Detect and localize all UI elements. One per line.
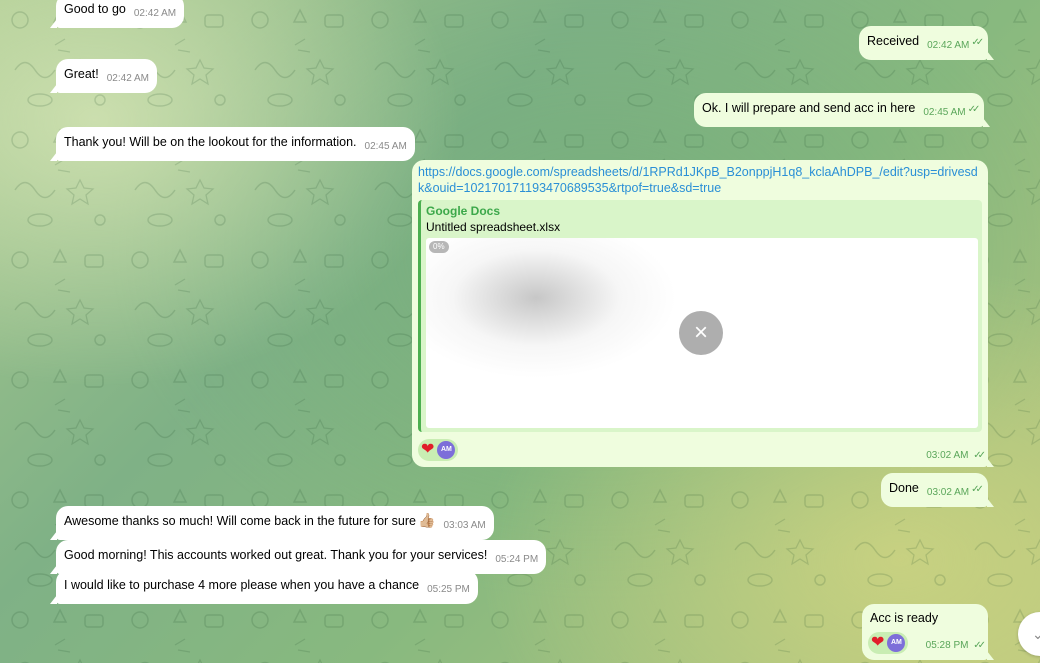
message-outgoing[interactable]: Acc is ready ❤ AM 05:28 PM ✓✓	[862, 604, 994, 660]
message-time: 02:42 AM	[927, 40, 970, 51]
message-time: 02:45 AM	[364, 141, 407, 152]
download-progress-badge: 0%	[429, 241, 449, 253]
message-time: 03:03 AM	[443, 520, 486, 531]
message-incoming[interactable]: Awesome thanks so much! Will come back i…	[50, 506, 494, 540]
avatar: AM	[887, 634, 906, 652]
message-time-text: 03:02 AM	[926, 450, 969, 461]
link-preview-site: Google Docs	[426, 204, 501, 218]
message-time: 02:45 AM	[923, 107, 966, 118]
avatar: AM	[437, 441, 456, 459]
message-text: Thank you! Will be on the lookout for th…	[64, 135, 357, 149]
heart-icon: ❤	[421, 441, 435, 458]
read-checks-icon: ✓✓	[973, 640, 986, 651]
scroll-down-button[interactable]: ⌄	[1018, 612, 1040, 656]
message-time: 05:25 PM	[427, 584, 470, 595]
message-text: Received	[867, 34, 920, 48]
link-preview-card[interactable]: Google Docs Untitled spreadsheet.xlsx 0%…	[418, 200, 982, 432]
message-time-text: 05:28 PM	[925, 640, 969, 651]
message-text: Acc is ready	[870, 611, 939, 625]
message-text: Great!	[64, 67, 99, 81]
read-checks-icon: ✓✓	[971, 484, 984, 495]
message-outgoing-link[interactable]: https://docs.google.com/spreadsheets/d/1…	[412, 160, 994, 467]
preview-placeholder	[426, 238, 786, 418]
thumbs-up-icon: 👍🏼	[418, 512, 436, 528]
message-incoming[interactable]: Great! 02:42 AM	[49, 59, 158, 93]
message-text: Good to go	[64, 2, 126, 16]
message-outgoing[interactable]: Received 02:42 AM ✓✓	[859, 26, 995, 60]
heart-icon: ❤	[871, 634, 885, 651]
reaction-heart[interactable]: ❤ AM	[868, 632, 909, 654]
message-incoming[interactable]: Good morning! This accounts worked out g…	[49, 540, 547, 574]
link-preview-image[interactable]: 0% ×	[426, 238, 978, 428]
message-incoming[interactable]: Thank you! Will be on the lookout for th…	[50, 127, 415, 161]
message-time: 02:42 AM	[133, 8, 177, 19]
read-checks-icon: ✓✓	[971, 37, 984, 48]
message-text: Good morning! This accounts worked out g…	[64, 548, 488, 562]
message-text: Awesome thanks so much! Will come back i…	[64, 514, 417, 528]
read-checks-icon: ✓✓	[973, 450, 986, 461]
read-checks-icon: ✓✓	[967, 104, 981, 115]
message-incoming[interactable]: I would like to purchase 4 more please w…	[50, 570, 478, 604]
message-outgoing[interactable]: Done 03:02 AM ✓✓	[881, 473, 994, 507]
link-preview-title: Untitled spreadsheet.xlsx	[426, 220, 561, 234]
message-text: I would like to purchase 4 more please w…	[64, 578, 420, 592]
reaction-heart[interactable]: ❤ AM	[418, 439, 459, 461]
message-time: 02:42 AM	[106, 73, 150, 84]
message-time: 05:28 PM ✓✓	[925, 637, 986, 654]
message-time: 03:02 AM	[926, 487, 970, 498]
message-time: 05:24 PM	[495, 554, 539, 565]
cancel-download-button[interactable]: ×	[679, 311, 723, 355]
message-reactions[interactable]: ❤ AM	[418, 439, 459, 461]
message-outgoing[interactable]: Ok. I will prepare and send acc in here 0…	[694, 93, 991, 127]
message-incoming[interactable]: Good to go 02:42 AM	[49, 0, 185, 28]
message-text: Ok. I will prepare and send acc in here	[702, 101, 916, 115]
message-text: Done	[889, 481, 919, 495]
message-link[interactable]: https://docs.google.com/spreadsheets/d/1…	[418, 164, 982, 196]
message-time: 03:02 AM ✓✓	[926, 450, 986, 461]
